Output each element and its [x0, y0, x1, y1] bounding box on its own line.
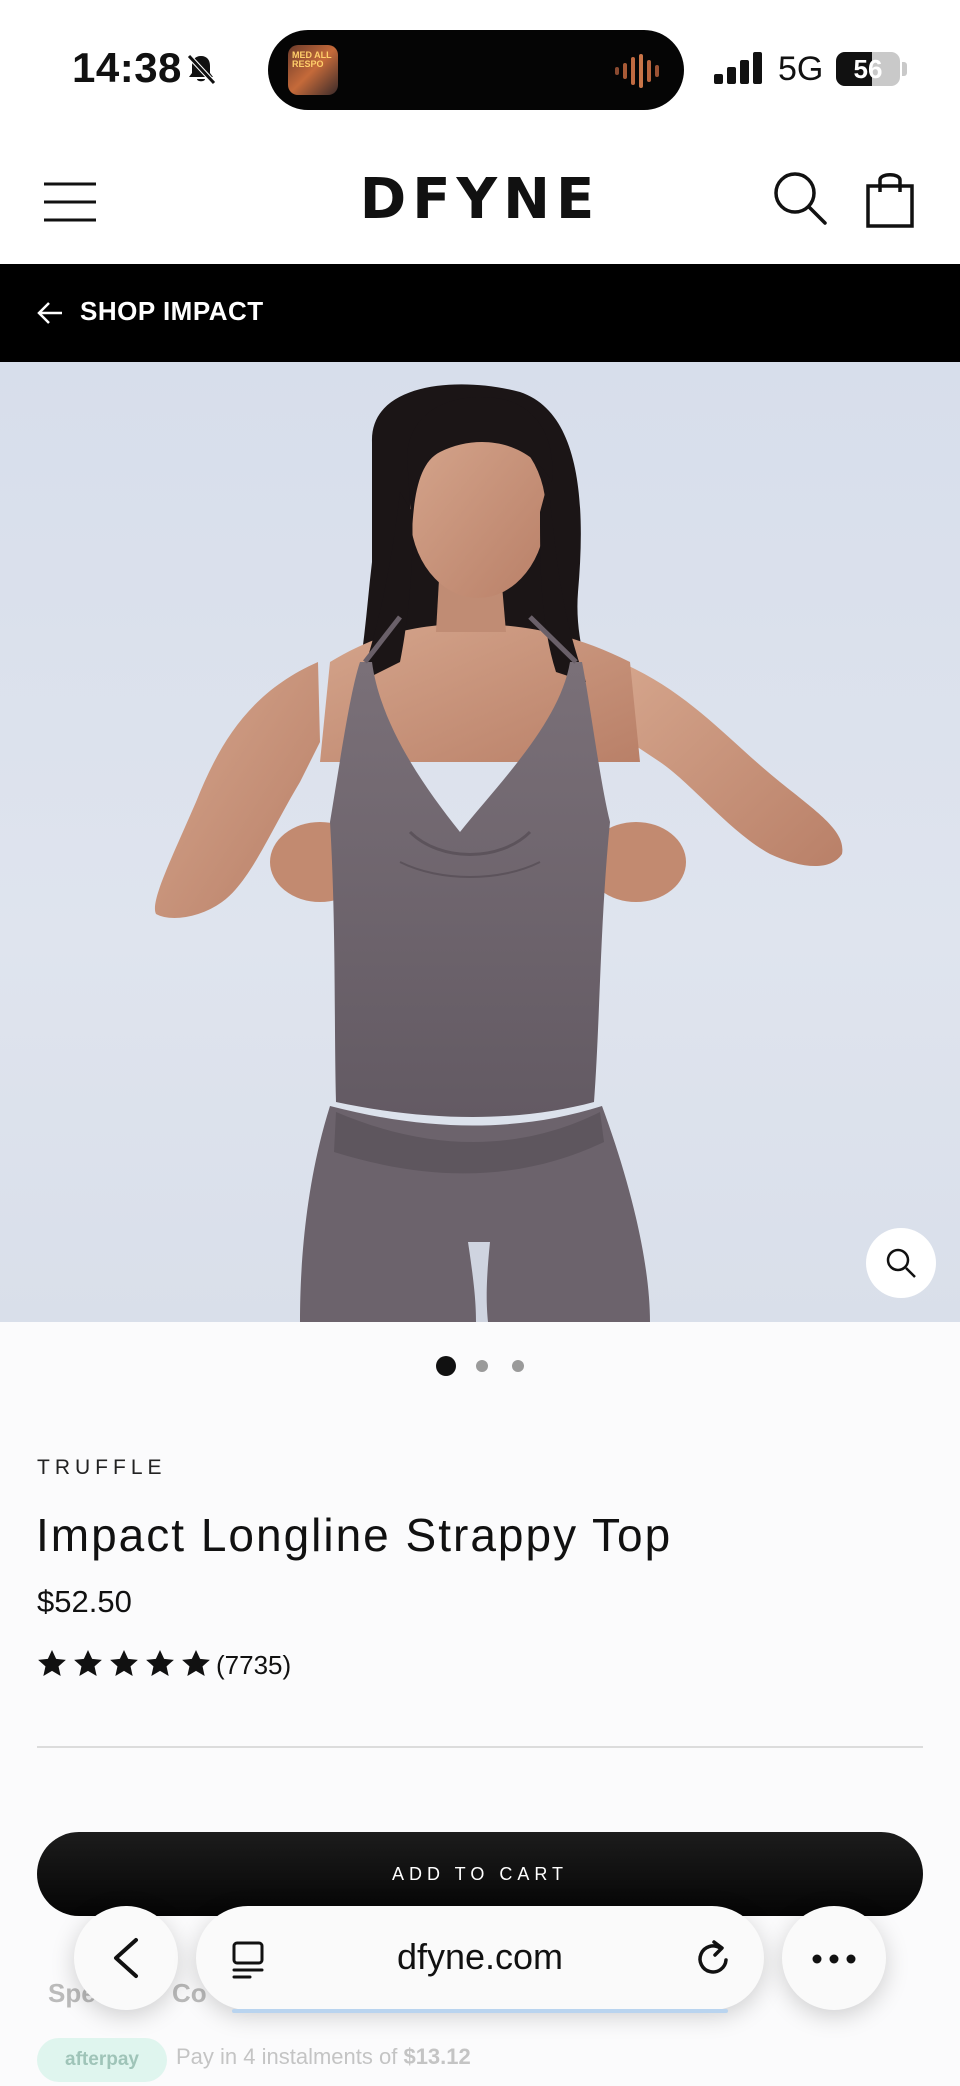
cart-button[interactable] — [862, 170, 918, 228]
star-icon — [182, 1650, 210, 1676]
audio-waveform-icon — [614, 54, 662, 93]
review-count[interactable]: (7735) — [216, 1650, 291, 1681]
now-playing-artwork: MED ALL RESPO — [288, 45, 338, 95]
back-link-label: SHOP IMPACT — [80, 296, 264, 326]
star-icon — [110, 1650, 138, 1676]
reload-icon[interactable] — [694, 1938, 734, 1978]
search-icon — [774, 172, 827, 225]
model-photo — [154, 384, 843, 1322]
battery-tip — [902, 62, 907, 76]
dynamic-island[interactable]: MED ALL RESPO — [268, 30, 684, 110]
cellular-signal-icon — [714, 52, 764, 89]
zoom-icon — [886, 1248, 916, 1278]
product-title: Impact Longline Strappy Top — [36, 1509, 673, 1561]
bag-icon — [866, 173, 914, 228]
carousel-dot[interactable] — [512, 1360, 524, 1372]
site-header: DFYNE — [0, 140, 960, 264]
battery-percent: 56 — [853, 54, 883, 84]
silent-bell-icon — [184, 52, 218, 91]
carousel-dot[interactable] — [476, 1360, 488, 1372]
divider — [37, 1746, 923, 1748]
product-color: TRUFFLE — [37, 1456, 167, 1479]
status-time: 14:38 — [72, 44, 182, 91]
chevron-left-icon — [114, 1938, 138, 1978]
status-bar: 14:38 MED ALL RESPO 5G 56 — [0, 0, 960, 140]
artwork-text: MED ALL RESPO — [292, 50, 332, 69]
carousel-dot[interactable] — [436, 1356, 456, 1376]
afterpay-message: Pay in 4 instalments of $13.12 — [176, 2044, 471, 2070]
browser-more-button[interactable] — [782, 1906, 886, 2010]
arrow-left-icon — [37, 302, 62, 324]
page-load-indicator — [232, 2009, 728, 2013]
menu-button[interactable] — [40, 180, 100, 224]
menu-icon — [44, 182, 96, 222]
battery-icon: 56 — [836, 52, 900, 86]
address-bar[interactable]: dfyne.com — [196, 1906, 764, 2013]
star-icon — [146, 1650, 174, 1676]
shop-collection-back-link[interactable]: SHOP IMPACT — [0, 264, 960, 362]
more-dots-icon — [812, 1954, 856, 1964]
search-button[interactable] — [772, 170, 828, 226]
add-to-cart-button[interactable]: ADD TO CART — [37, 1832, 923, 1916]
browser-back-button[interactable] — [74, 1906, 178, 2010]
zoom-image-button[interactable] — [866, 1228, 936, 1298]
product-price: $52.50 — [37, 1584, 132, 1619]
brand-logo[interactable]: DFYNE — [330, 170, 630, 230]
afterpay-amount: $13.12 — [403, 2044, 471, 2069]
afterpay-text: Pay in 4 instalments of — [176, 2044, 404, 2069]
star-icon — [74, 1650, 102, 1676]
url-text: dfyne.com — [396, 1936, 564, 1977]
star-icon — [38, 1650, 66, 1676]
network-type: 5G — [778, 50, 824, 88]
afterpay-badge: afterpay — [37, 2038, 167, 2082]
product-image[interactable] — [0, 362, 960, 1322]
